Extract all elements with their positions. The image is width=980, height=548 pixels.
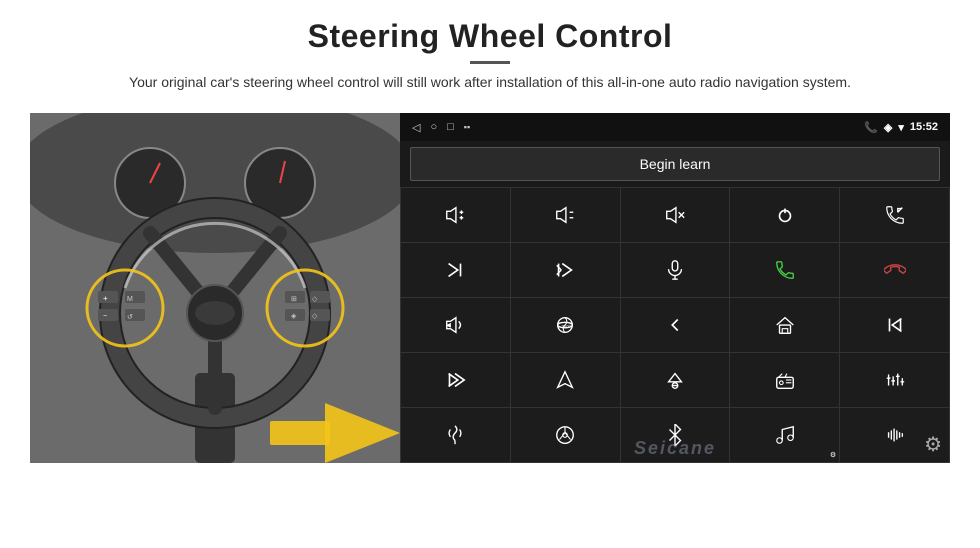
svg-text:↺: ↺ bbox=[127, 314, 133, 321]
status-right-icons: 📞 ◈ ▾ 15:52 bbox=[864, 121, 938, 134]
svg-text:◇: ◇ bbox=[312, 296, 318, 303]
begin-learn-button[interactable]: Begin learn bbox=[410, 147, 940, 181]
location-status-icon: ◈ bbox=[884, 121, 892, 134]
settings-gear-icon[interactable]: ⚙ bbox=[924, 432, 942, 457]
phone-prev-button[interactable] bbox=[840, 188, 949, 242]
status-nav-icons: ◁ ○ □ ▪▪ bbox=[412, 121, 470, 134]
icon-grid: ◀ 360° bbox=[400, 187, 950, 463]
nav-square-icon: □ bbox=[447, 121, 454, 133]
begin-learn-bar: Begin learn bbox=[400, 141, 950, 187]
back-button[interactable] bbox=[621, 298, 730, 352]
eject-button[interactable] bbox=[621, 353, 730, 407]
title-divider bbox=[470, 61, 510, 64]
fast-forward-button[interactable] bbox=[401, 353, 510, 407]
title-section: Steering Wheel Control Your original car… bbox=[129, 18, 851, 93]
music-button[interactable]: ⚙ bbox=[730, 408, 839, 462]
phone-status-icon: 📞 bbox=[864, 121, 878, 134]
power-button[interactable] bbox=[730, 188, 839, 242]
svg-text:◈: ◈ bbox=[291, 313, 297, 320]
home-button[interactable] bbox=[730, 298, 839, 352]
page-title: Steering Wheel Control bbox=[129, 18, 851, 55]
nav-home-icon: ○ bbox=[430, 121, 437, 133]
page-container: Steering Wheel Control Your original car… bbox=[0, 0, 980, 548]
steering-wheel-button[interactable] bbox=[511, 408, 620, 462]
subtitle: Your original car's steering wheel contr… bbox=[129, 72, 851, 93]
equalizer-button[interactable] bbox=[840, 353, 949, 407]
phone-accept-button[interactable] bbox=[730, 243, 839, 297]
svg-text:◇: ◇ bbox=[312, 313, 318, 320]
vol-down-button[interactable] bbox=[511, 188, 620, 242]
mute-button[interactable] bbox=[621, 188, 730, 242]
svg-text:⊞: ⊞ bbox=[291, 296, 297, 303]
svg-text:−: − bbox=[103, 313, 107, 320]
bluetooth-button[interactable] bbox=[621, 408, 730, 462]
navigate-button[interactable] bbox=[511, 353, 620, 407]
android-panel: ◁ ○ □ ▪▪ 📞 ◈ ▾ 15:52 Begin learn bbox=[400, 113, 950, 463]
speaker-button[interactable]: ◀ bbox=[401, 298, 510, 352]
android-status-bar: ◁ ○ □ ▪▪ 📞 ◈ ▾ 15:52 bbox=[400, 113, 950, 141]
vol-up-button[interactable] bbox=[401, 188, 510, 242]
signal-icon: ▪▪ bbox=[464, 122, 470, 132]
phone-end-button[interactable] bbox=[840, 243, 949, 297]
svg-text:+: + bbox=[103, 294, 108, 303]
prev-skip-button[interactable] bbox=[511, 243, 620, 297]
radio-button[interactable] bbox=[730, 353, 839, 407]
voice-button[interactable] bbox=[401, 408, 510, 462]
svg-text:◀: ◀ bbox=[446, 322, 451, 329]
microphone-button[interactable] bbox=[621, 243, 730, 297]
content-row: + − M ↺ ⊞ ◈ ◇ ◇ bbox=[30, 113, 950, 463]
steering-wheel-section: + − M ↺ ⊞ ◈ ◇ ◇ bbox=[30, 113, 400, 463]
nav-back-icon: ◁ bbox=[412, 121, 420, 134]
svg-text:M: M bbox=[127, 296, 133, 303]
wifi-status-icon: ▾ bbox=[898, 121, 904, 134]
time-display: 15:52 bbox=[910, 121, 938, 133]
skip-back-button[interactable] bbox=[840, 298, 949, 352]
next-track-button[interactable] bbox=[401, 243, 510, 297]
360-view-button[interactable]: 360° bbox=[511, 298, 620, 352]
svg-text:360°: 360° bbox=[562, 324, 572, 329]
